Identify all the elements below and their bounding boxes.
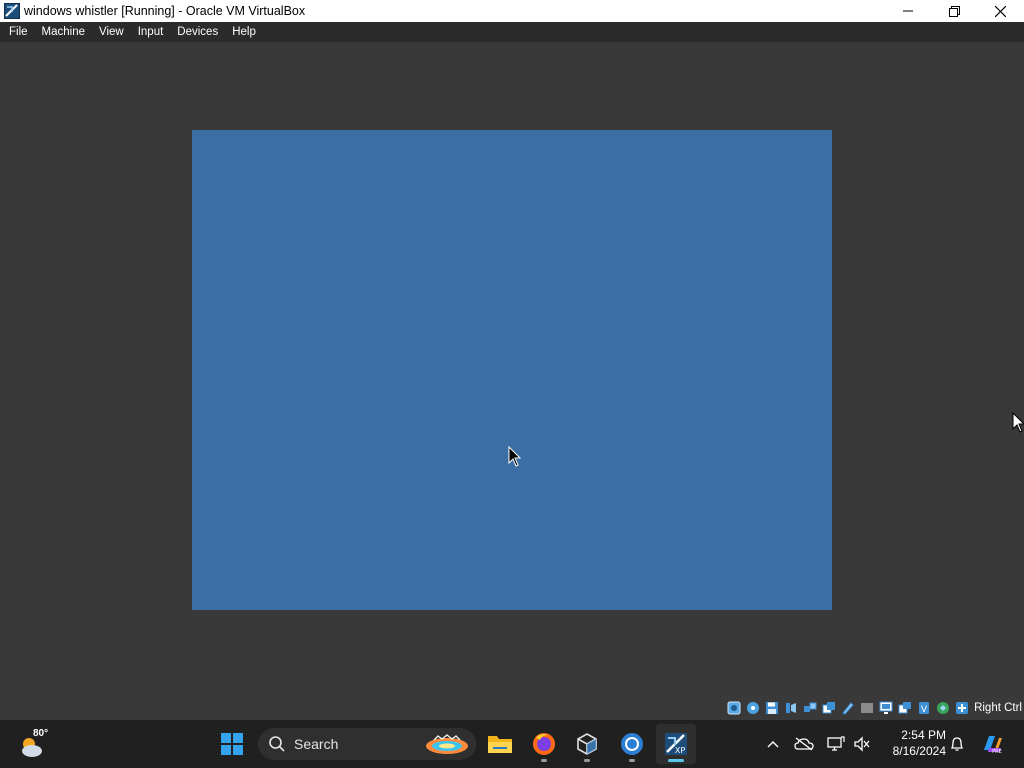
network-tray-icon — [827, 736, 845, 751]
taskbar-clock[interactable]: 2:54 PM 8/16/2024 — [880, 727, 946, 759]
taskbar-chrome[interactable] — [612, 724, 652, 764]
host-mouse-cursor-icon — [1012, 412, 1024, 433]
file-explorer-icon — [488, 736, 512, 753]
hard-disk-icon[interactable] — [726, 700, 742, 716]
shared-folders-icon[interactable] — [840, 700, 856, 716]
running-indicator — [584, 759, 590, 762]
windows-taskbar: 80° Search XP 2:54 PM 8/16/2024 PRE — [0, 720, 1024, 768]
menu-file[interactable]: File — [0, 22, 35, 42]
floppy-icon[interactable] — [764, 700, 780, 716]
svg-text:V: V — [921, 705, 928, 715]
vm-guest-screen[interactable] — [192, 130, 832, 610]
show-hidden-icons-button[interactable] — [762, 720, 784, 768]
volume-tray[interactable] — [850, 720, 874, 768]
firefox-icon — [533, 733, 555, 755]
search-icon — [269, 736, 285, 752]
chevron-up-icon — [767, 741, 779, 748]
notifications-button[interactable] — [946, 720, 968, 768]
virtualbox-icon — [577, 733, 597, 755]
windows-start-icon — [221, 733, 243, 755]
weather-widget[interactable]: 80° — [18, 728, 52, 760]
taskbar-search[interactable]: Search — [258, 728, 476, 760]
usb-icon[interactable] — [821, 700, 837, 716]
mouse-integration-icon[interactable]: V — [916, 700, 932, 716]
search-highlight-icon — [426, 734, 468, 754]
maximize-icon — [948, 5, 960, 17]
bell-icon — [950, 737, 964, 751]
cpu-icon[interactable] — [897, 700, 913, 716]
menu-bar: File Machine View Input Devices Help — [0, 22, 1024, 42]
recording-icon[interactable] — [878, 700, 894, 716]
optical-drive-icon[interactable] — [745, 700, 761, 716]
close-button[interactable] — [977, 0, 1023, 22]
copilot-button[interactable]: PRE — [978, 720, 1006, 768]
maximize-button[interactable] — [931, 0, 977, 22]
start-button[interactable] — [212, 724, 252, 764]
onedrive-tray[interactable] — [792, 720, 816, 768]
title-bar: windows whistler [Running] - Oracle VM V… — [0, 0, 1024, 22]
host-key-arrow-icon[interactable] — [954, 700, 970, 716]
svg-text:XP: XP — [675, 746, 685, 755]
window-title: windows whistler [Running] - Oracle VM V… — [24, 4, 306, 18]
clock-time: 2:54 PM — [901, 728, 946, 742]
menu-machine[interactable]: Machine — [35, 22, 92, 42]
search-label: Search — [294, 736, 339, 752]
chrome-icon — [621, 733, 643, 755]
menu-help[interactable]: Help — [225, 22, 263, 42]
clock-date: 8/16/2024 — [892, 744, 946, 758]
close-icon — [994, 5, 1006, 17]
guest-mouse-cursor-icon — [508, 446, 522, 467]
audio-icon[interactable] — [783, 700, 799, 716]
onedrive-offline-icon — [794, 737, 814, 751]
network-icon[interactable] — [802, 700, 818, 716]
vm-status-bar: V Right Ctrl — [0, 696, 1024, 720]
active-indicator — [668, 759, 684, 762]
keyboard-icon[interactable] — [935, 700, 951, 716]
volume-muted-icon — [854, 736, 870, 752]
running-indicator — [541, 759, 547, 762]
host-key-label: Right Ctrl — [974, 702, 1022, 714]
taskbar-firefox[interactable] — [524, 724, 564, 764]
taskbar-virtualbox[interactable] — [567, 724, 607, 764]
network-tray[interactable] — [824, 720, 848, 768]
taskbar-file-explorer[interactable] — [480, 724, 520, 764]
menu-input[interactable]: Input — [131, 22, 171, 42]
display-icon[interactable] — [859, 700, 875, 716]
vm-display-area[interactable] — [0, 42, 1024, 696]
svg-text:PRE: PRE — [992, 749, 1002, 755]
menu-devices[interactable]: Devices — [170, 22, 225, 42]
weather-temp: 80° — [33, 728, 49, 739]
virtualbox-app-icon[interactable] — [3, 3, 20, 20]
taskbar-virtualbox-vm[interactable]: XP — [656, 724, 696, 764]
running-indicator — [629, 759, 635, 762]
copilot-icon: PRE — [984, 736, 1002, 755]
virtualbox-vm-icon: XP — [665, 733, 687, 755]
minimize-button[interactable] — [885, 0, 931, 22]
minimize-icon — [903, 10, 913, 12]
menu-view[interactable]: View — [92, 22, 131, 42]
